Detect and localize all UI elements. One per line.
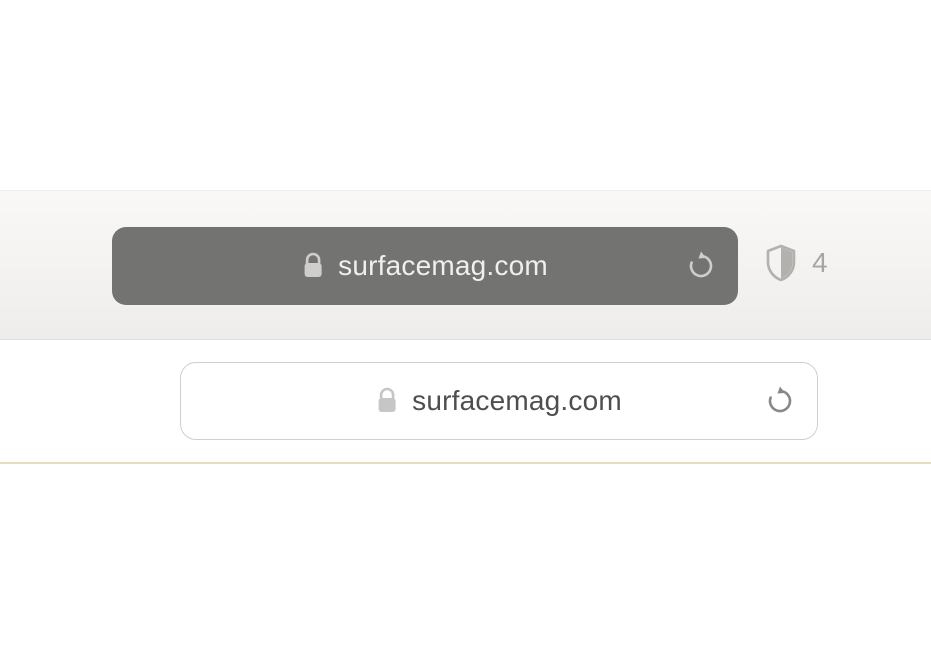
address-bar-dark[interactable]: surfacemag.com <box>112 227 738 305</box>
privacy-shield-group[interactable]: 4 <box>764 243 828 283</box>
lock-icon <box>376 387 398 415</box>
privacy-count: 4 <box>812 247 828 279</box>
divider-line <box>0 462 931 464</box>
lock-icon <box>302 252 324 280</box>
app-card: surfacemag.com 4 surfacemag. <box>0 0 931 662</box>
url-text: surfacemag.com <box>412 385 622 417</box>
shield-icon <box>764 243 798 283</box>
address-center-dark: surfacemag.com <box>302 250 548 282</box>
address-center-light: surfacemag.com <box>376 385 622 417</box>
address-bar-light[interactable]: surfacemag.com <box>180 362 818 440</box>
url-text: surfacemag.com <box>338 250 548 282</box>
reload-icon[interactable] <box>686 251 716 281</box>
reload-icon[interactable] <box>765 386 795 416</box>
